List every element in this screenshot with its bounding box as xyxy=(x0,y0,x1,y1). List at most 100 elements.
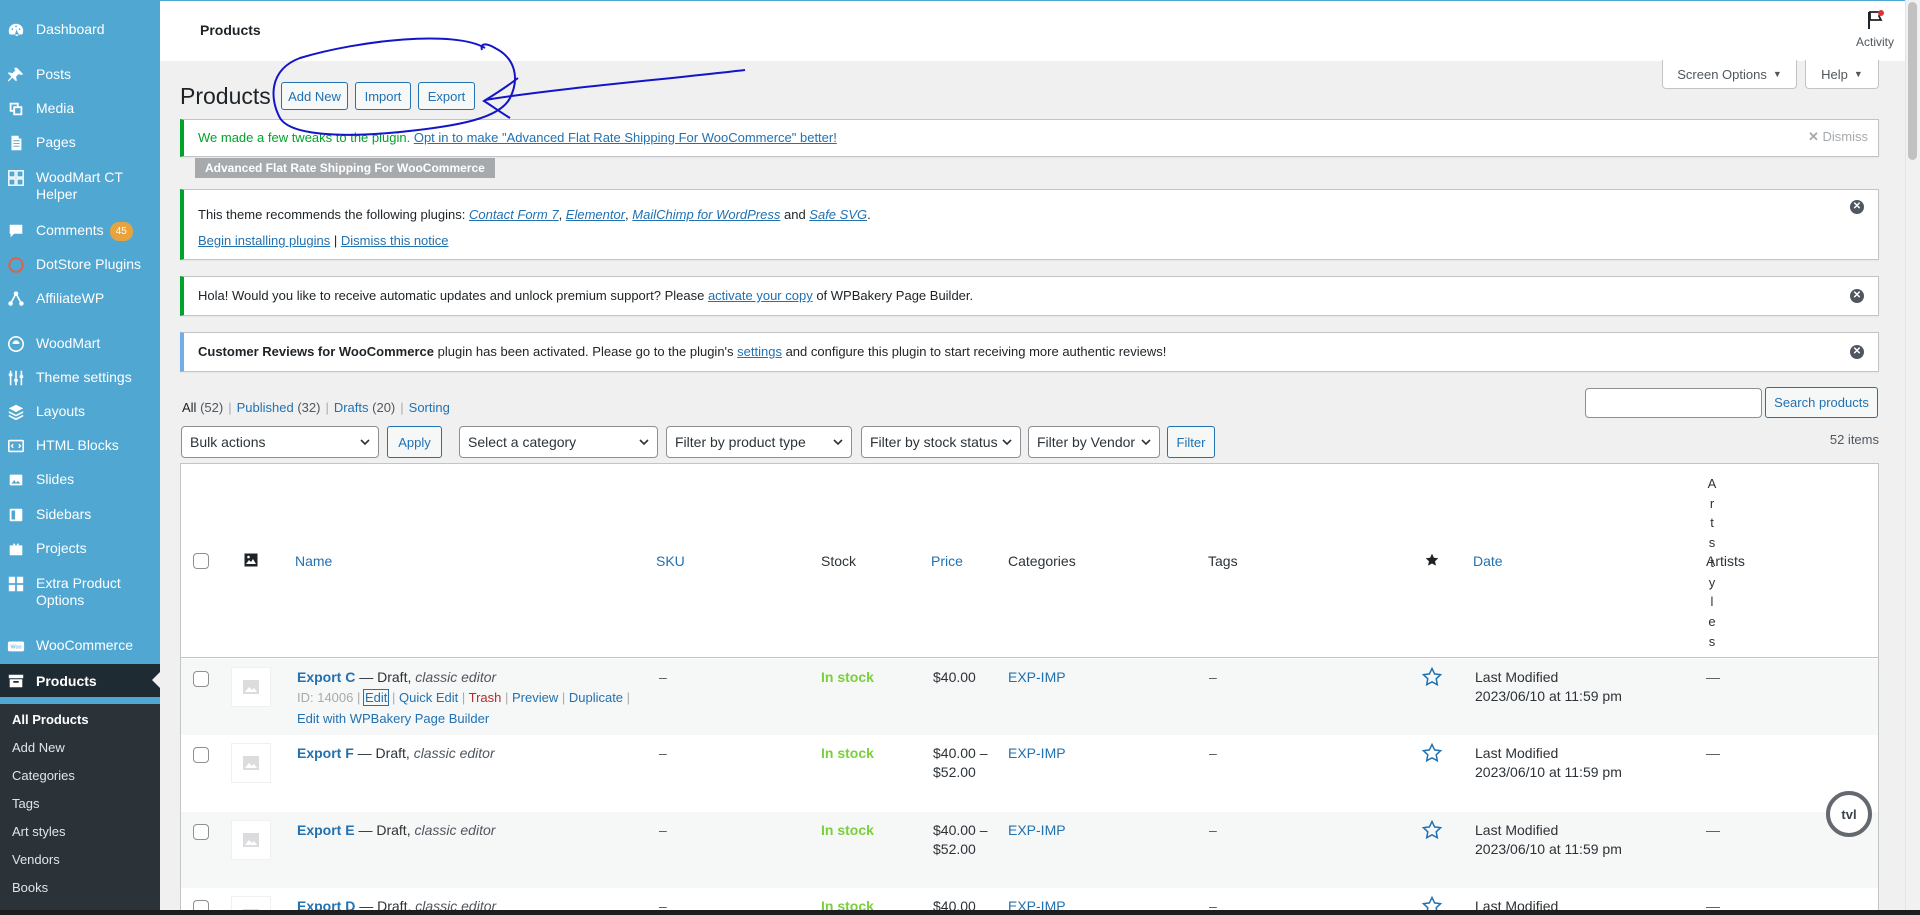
menu-item-projects[interactable]: Projects xyxy=(0,539,160,559)
afrs-optin-link[interactable]: Opt in to make "Advanced Flat Rate Shipp… xyxy=(414,130,837,145)
add-new-button[interactable]: Add New xyxy=(281,82,348,110)
row-checkbox[interactable] xyxy=(193,671,209,687)
scrollbar-thumb[interactable] xyxy=(1908,2,1917,160)
close-icon[interactable]: ✕ xyxy=(1850,345,1864,359)
afrs-dismiss-button[interactable]: ✕ Dismiss xyxy=(1808,129,1868,145)
filter-all[interactable]: All (52) xyxy=(182,400,223,415)
filter-sorting[interactable]: Sorting xyxy=(409,400,450,415)
category-link[interactable]: EXP-IMP xyxy=(1008,822,1066,838)
preview-link[interactable]: Preview xyxy=(512,690,558,705)
edit-link[interactable]: Edit xyxy=(362,689,390,706)
star-outline-icon[interactable] xyxy=(1421,666,1443,687)
begin-installing-plugins-link[interactable]: Begin installing plugins xyxy=(198,233,330,248)
wpbakery-edit-link[interactable]: Edit with WPBakery Page Builder xyxy=(297,711,489,726)
product-title-link[interactable]: Export E xyxy=(297,822,355,838)
category-select[interactable]: Select a category xyxy=(459,426,658,458)
screen-options-button[interactable]: Screen Options ▼ xyxy=(1662,60,1797,89)
column-name[interactable]: Name xyxy=(295,553,332,569)
table-row: Export E — Draft, classic editor – In st… xyxy=(181,812,1878,888)
star-outline-icon[interactable] xyxy=(1421,742,1443,763)
menu-item-slides[interactable]: Slides xyxy=(0,470,160,490)
product-title-link[interactable]: Export C xyxy=(297,669,355,685)
filter-drafts[interactable]: Drafts (20) xyxy=(334,400,395,415)
page-scrollbar[interactable] xyxy=(1905,0,1920,915)
annotation-arrow-head xyxy=(482,77,519,119)
star-outline-icon[interactable] xyxy=(1421,819,1443,840)
menu-item-comments[interactable]: Comments 45 xyxy=(0,221,160,241)
bulk-actions-select[interactable]: Bulk actions xyxy=(181,426,379,458)
menu-item-products[interactable]: Products xyxy=(0,664,160,697)
help-button[interactable]: Help ▼ xyxy=(1805,60,1879,89)
activate-copy-link[interactable]: activate your copy xyxy=(708,288,813,303)
activity-button[interactable]: Activity xyxy=(1845,9,1905,49)
category-link[interactable]: EXP-IMP xyxy=(1008,745,1066,761)
submenu-all-products[interactable]: All Products xyxy=(12,712,89,727)
wpbakery-notice: Hola! Would you like to receive automati… xyxy=(180,276,1879,316)
sku-cell: – xyxy=(659,822,667,838)
close-icon[interactable]: ✕ xyxy=(1850,289,1864,303)
close-icon[interactable]: ✕ xyxy=(1850,200,1864,214)
separator: | xyxy=(501,690,512,705)
menu-item-dotstore-plugins[interactable]: DotStore Plugins xyxy=(0,255,160,275)
menu-item-posts[interactable]: Posts xyxy=(0,65,160,85)
product-title-link[interactable]: Export F xyxy=(297,745,354,761)
menu-item-affiliatewp[interactable]: AffiliateWP xyxy=(0,289,160,309)
column-date[interactable]: Date xyxy=(1473,553,1503,569)
chat-bubble-button[interactable]: tvl xyxy=(1826,791,1872,837)
menu-item-html-blocks[interactable]: HTML Blocks xyxy=(0,436,160,456)
activity-label: Activity xyxy=(1855,35,1894,49)
quick-edit-link[interactable]: Quick Edit xyxy=(399,690,458,705)
theme-text: This theme recommends the following plug… xyxy=(198,207,469,222)
settings-link[interactable]: settings xyxy=(737,344,782,359)
menu-item-theme-settings[interactable]: Theme settings xyxy=(0,368,160,388)
vendor-select[interactable]: Filter by Vendor xyxy=(1028,426,1160,458)
customer-reviews-notice: Customer Reviews for WooCommerce plugin … xyxy=(180,332,1879,372)
import-button[interactable]: Import xyxy=(355,82,411,110)
export-button[interactable]: Export xyxy=(418,82,475,110)
submenu-art-styles[interactable]: Art styles xyxy=(12,824,65,839)
stock-status-select[interactable]: Filter by stock status xyxy=(861,426,1021,458)
plugin-link-contact-form-7[interactable]: Contact Form 7 xyxy=(469,207,559,222)
plugin-link-elementor[interactable]: Elementor xyxy=(566,207,625,222)
menu-item-sidebars[interactable]: Sidebars xyxy=(0,505,160,525)
menu-item-layouts[interactable]: Layouts xyxy=(0,402,160,422)
menu-item-woocommerce[interactable]: Woo WooCommerce xyxy=(0,636,160,656)
cr-text: plugin has been activated. Please go to … xyxy=(434,344,738,359)
submenu-vendors[interactable]: Vendors xyxy=(12,852,60,867)
row-checkbox[interactable] xyxy=(193,824,209,840)
menu-item-extra-product-options[interactable]: Extra Product Options xyxy=(0,574,160,609)
duplicate-link[interactable]: Duplicate xyxy=(569,690,623,705)
submenu-add-new[interactable]: Add New xyxy=(12,740,65,755)
row-actions: ID: 14006 | Edit | Quick Edit | Trash | … xyxy=(297,689,630,706)
search-products-button[interactable]: Search products xyxy=(1765,387,1878,418)
category-link[interactable]: EXP-IMP xyxy=(1008,669,1066,685)
pages-icon xyxy=(6,133,26,153)
menu-item-woodmart-ct-helper[interactable]: WoodMart CT Helper xyxy=(0,168,160,203)
menu-label: AffiliateWP xyxy=(36,290,105,306)
filter-button[interactable]: Filter xyxy=(1167,426,1215,458)
submenu-categories[interactable]: Categories xyxy=(12,768,75,783)
menu-item-pages[interactable]: Pages xyxy=(0,133,160,153)
select-all-checkbox[interactable] xyxy=(193,553,209,569)
product-name: Export E — Draft, classic editor xyxy=(297,822,495,838)
column-sku[interactable]: SKU xyxy=(656,553,685,569)
product-type-select[interactable]: Filter by product type xyxy=(666,426,852,458)
menu-item-dashboard[interactable]: Dashboard xyxy=(0,20,160,40)
submenu-tags[interactable]: Tags xyxy=(12,796,39,811)
column-price[interactable]: Price xyxy=(931,553,963,569)
menu-item-woodmart[interactable]: WoodMart xyxy=(0,334,160,354)
plugin-link-mailchimp[interactable]: MailChimp for WordPress xyxy=(632,207,780,222)
row-checkbox[interactable] xyxy=(193,747,209,763)
filter-published[interactable]: Published (32) xyxy=(237,400,321,415)
submenu-books[interactable]: Books xyxy=(12,880,48,895)
apply-button[interactable]: Apply xyxy=(387,426,442,458)
search-input[interactable] xyxy=(1585,388,1762,418)
plugin-link-safe-svg[interactable]: Safe SVG xyxy=(809,207,867,222)
trash-link[interactable]: Trash xyxy=(469,690,502,705)
comments-count-badge: 45 xyxy=(109,222,133,241)
cr-text: and configure this plugin to start recei… xyxy=(781,344,1167,359)
menu-item-media[interactable]: Media xyxy=(0,99,160,119)
product-thumbnail xyxy=(231,667,271,707)
dismiss-notice-link[interactable]: Dismiss this notice xyxy=(341,233,449,248)
editor-type: classic editor xyxy=(415,669,497,685)
